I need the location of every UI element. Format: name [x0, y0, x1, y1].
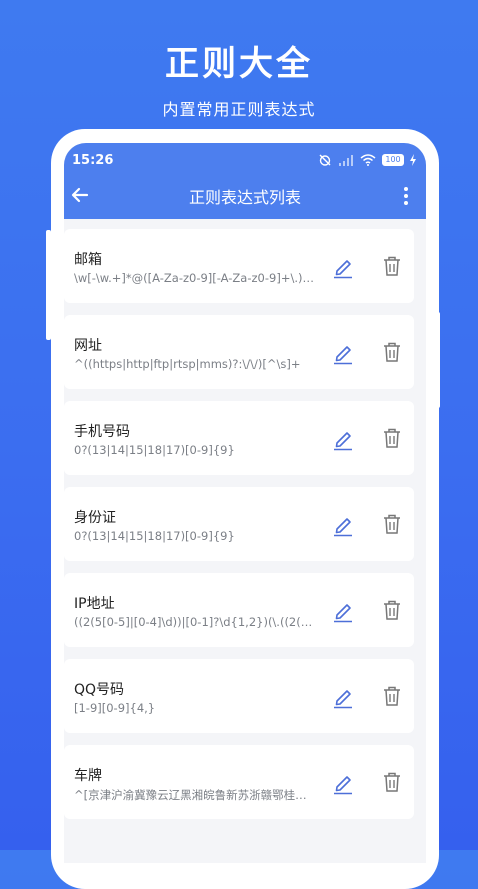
item-name: 身份证: [74, 510, 116, 526]
trash-icon[interactable]: [382, 685, 402, 707]
wifi-icon: [360, 154, 376, 166]
item-name: 邮箱: [74, 252, 102, 268]
promo-subtitle: 内置常用正则表达式: [162, 100, 316, 119]
trash-icon[interactable]: [382, 599, 402, 621]
trash-icon[interactable]: [382, 341, 402, 363]
edit-icon[interactable]: [332, 427, 354, 451]
alarm-off-icon: [319, 154, 331, 166]
charging-icon: [410, 154, 416, 166]
list-item[interactable]: 邮箱 \w[-\w.+]*@([A-Za-z0-9][-A-Za-z0-9]+\…: [64, 229, 414, 303]
edit-icon[interactable]: [332, 599, 354, 623]
item-pattern: 0?(13|14|15|18|17)[0-9]{9}: [74, 529, 235, 543]
trash-icon[interactable]: [382, 513, 402, 535]
phone-screen: 15:26 100 正则表达式列表 邮箱 \w[-\w.+]*@([A-Za-z…: [64, 143, 426, 863]
list-item[interactable]: QQ号码 [1-9][0-9]{4,}: [64, 659, 414, 733]
list-item[interactable]: 车牌 ^[京津沪渝冀豫云辽黑湘皖鲁新苏浙赣鄂桂甘晋蒙陕吉闽贵粤青藏川宁琼使领A-…: [64, 745, 414, 819]
item-pattern: ((2(5[0-5]|[0-4]\d))|[0-1]?\d{1,2})(\.((…: [74, 615, 314, 629]
item-name: 车牌: [74, 768, 102, 784]
more-menu-icon[interactable]: [400, 185, 412, 207]
edit-icon[interactable]: [332, 513, 354, 537]
trash-icon[interactable]: [382, 771, 402, 793]
battery-icon: 100: [382, 154, 404, 166]
page-title: 正则表达式列表: [188, 188, 301, 207]
status-icons: 100: [318, 153, 416, 167]
list-item[interactable]: 网址 ^((https|http|ftp|rtsp|mms)?:\/\/)[^\…: [64, 315, 414, 389]
item-pattern: 0?(13|14|15|18|17)[0-9]{9}: [74, 443, 235, 457]
status-time: 15:26: [72, 153, 114, 168]
phone-side-button: [435, 312, 440, 408]
item-name: IP地址: [74, 596, 115, 612]
item-pattern: [1-9][0-9]{4,}: [74, 701, 156, 715]
trash-icon[interactable]: [382, 255, 402, 277]
edit-icon[interactable]: [332, 685, 354, 709]
list-item[interactable]: IP地址 ((2(5[0-5]|[0-4]\d))|[0-1]?\d{1,2})…: [64, 573, 414, 647]
edit-icon[interactable]: [332, 341, 354, 365]
signal-icon: [339, 155, 353, 166]
item-name: QQ号码: [74, 682, 125, 698]
trash-icon[interactable]: [382, 427, 402, 449]
edit-icon[interactable]: [332, 255, 354, 279]
phone-side-button: [46, 230, 51, 340]
item-name: 网址: [74, 338, 102, 354]
list-item[interactable]: 手机号码 0?(13|14|15|18|17)[0-9]{9}: [64, 401, 414, 475]
promo-title: 正则大全: [165, 44, 313, 84]
item-pattern: ^[京津沪渝冀豫云辽黑湘皖鲁新苏浙赣鄂桂甘晋蒙陕吉闽贵粤青藏川宁琼使领A-Z]{…: [74, 788, 314, 802]
list-item[interactable]: 身份证 0?(13|14|15|18|17)[0-9]{9}: [64, 487, 414, 561]
item-pattern: \w[-\w.+]*@([A-Za-z0-9][-A-Za-z0-9]+\.)+…: [74, 271, 314, 285]
item-name: 手机号码: [74, 424, 130, 440]
regex-list: 邮箱 \w[-\w.+]*@([A-Za-z0-9][-A-Za-z0-9]+\…: [64, 229, 426, 831]
edit-icon[interactable]: [332, 771, 354, 795]
app-header: 15:26 100 正则表达式列表: [64, 143, 426, 219]
item-pattern: ^((https|http|ftp|rtsp|mms)?:\/\/)[^\s]+: [74, 357, 301, 371]
